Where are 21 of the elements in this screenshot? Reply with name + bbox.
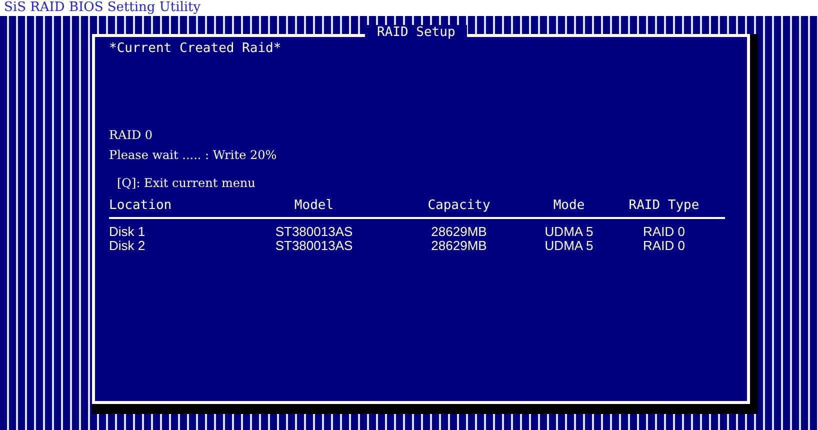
- dialog-title: RAID Setup: [365, 25, 468, 40]
- column-header: Location: [109, 198, 173, 213]
- dialog-subtitle: *Current Created Raid*: [109, 41, 282, 56]
- column-header: Capacity: [426, 198, 492, 213]
- table-cell-text: Disk 2: [109, 239, 146, 253]
- table-cell-text: Disk 1: [109, 225, 146, 239]
- table-cell-text: ST380013AS: [274, 239, 354, 253]
- raid-name: RAID 0: [109, 128, 154, 142]
- column-header: Model: [293, 198, 335, 213]
- hint-text: [Q]: Exit current menu: [116, 176, 256, 190]
- table-cell-text: 28629MB: [430, 225, 488, 239]
- table-cell-text: UDMA 5: [544, 239, 594, 253]
- table-cell-text: 28629MB: [430, 239, 488, 253]
- status-text: Please wait ..... : Write 20%: [109, 148, 278, 162]
- column-header: Mode: [552, 198, 586, 213]
- table-cell-text: RAID 0: [642, 239, 686, 253]
- table-cell-text: UDMA 5: [544, 225, 594, 239]
- table-cell-text: RAID 0: [642, 225, 686, 239]
- table-cell-text: ST380013AS: [274, 225, 354, 239]
- column-header: RAID Type: [628, 198, 700, 213]
- page-title: SiS RAID BIOS Setting Utility: [4, 0, 201, 16]
